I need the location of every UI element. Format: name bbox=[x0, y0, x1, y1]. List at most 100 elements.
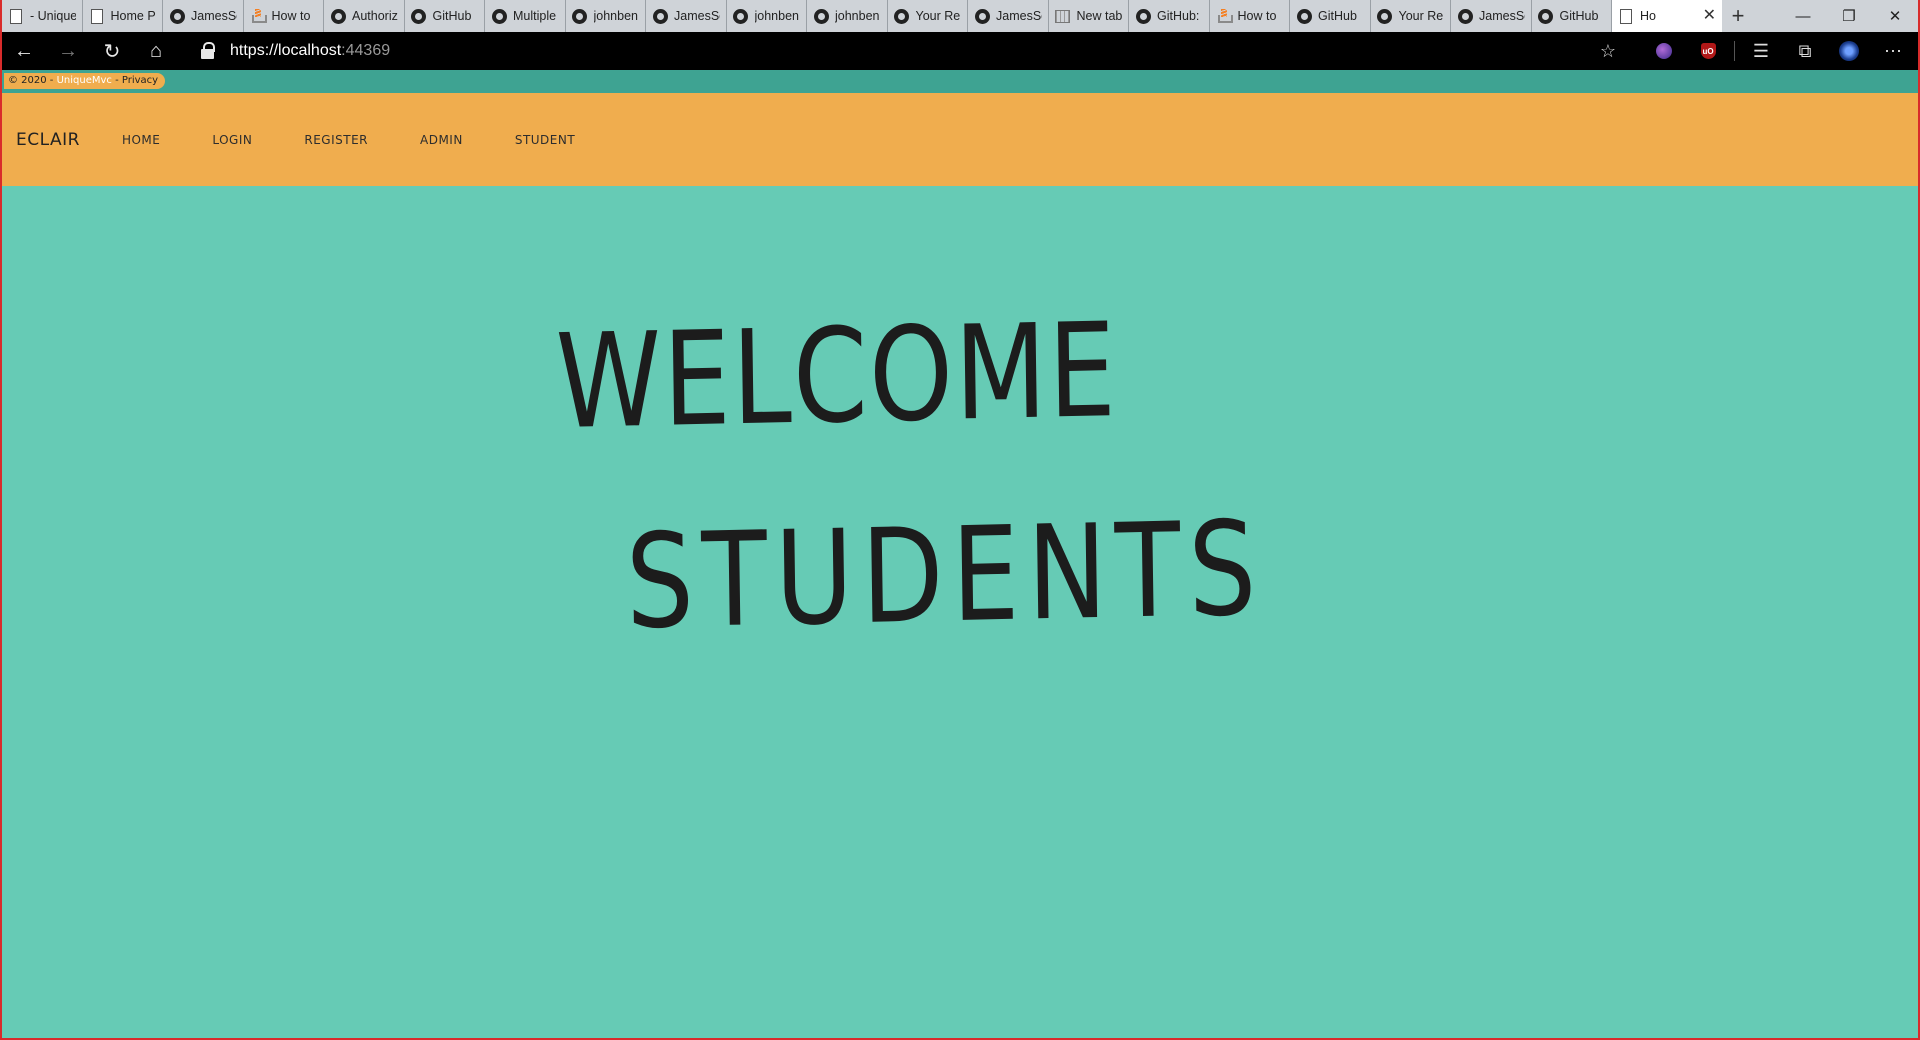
nav-link-login[interactable]: LOGIN bbox=[212, 133, 252, 147]
collections-icon[interactable]: ⧉ bbox=[1783, 32, 1827, 70]
tab-label: GitHub: bbox=[1157, 9, 1200, 23]
browser-window: - Unique Home P JamesSc How to Authoriz GitHu… bbox=[0, 0, 1920, 1040]
tab[interactable]: JamesSc bbox=[1451, 0, 1532, 32]
profile-avatar-icon[interactable] bbox=[1827, 32, 1871, 70]
url-host: https://localhost bbox=[230, 42, 342, 59]
tab-strip: - Unique Home P JamesSc How to Authoriz GitHu… bbox=[2, 0, 1918, 32]
tab[interactable]: johnben bbox=[727, 0, 807, 32]
tab-label: Multiple bbox=[513, 9, 557, 23]
toolbar-divider bbox=[1734, 41, 1735, 61]
lock-icon[interactable] bbox=[200, 42, 216, 60]
tab-label: Ho bbox=[1640, 9, 1656, 23]
tab[interactable]: JamesSc bbox=[968, 0, 1049, 32]
github-icon bbox=[1296, 8, 1312, 24]
favorites-icon[interactable]: ☰ bbox=[1739, 32, 1783, 70]
tab[interactable]: Your Re bbox=[1371, 0, 1451, 32]
tab-label: johnben bbox=[593, 9, 639, 23]
tab-label: Your Re bbox=[1398, 9, 1444, 23]
close-window-button[interactable]: ✕ bbox=[1872, 0, 1918, 32]
more-menu-icon[interactable]: ⋯ bbox=[1871, 32, 1915, 70]
site-navbar: ECLAIR HOME LOGIN REGISTER ADMIN STUDENT bbox=[2, 93, 1918, 186]
nav-link-admin[interactable]: ADMIN bbox=[420, 133, 463, 147]
footer-copyright: © 2020 - bbox=[8, 75, 57, 86]
tab[interactable]: GitHub: bbox=[1129, 0, 1210, 32]
tab-label: GitHub bbox=[432, 9, 472, 23]
favorite-star-icon[interactable]: ☆ bbox=[1600, 41, 1616, 62]
nav-link-student[interactable]: STUDENT bbox=[515, 133, 575, 147]
github-icon bbox=[1377, 8, 1393, 24]
github-icon bbox=[652, 8, 668, 24]
web-page: © 2020 - UniqueMvc - Privacy ECLAIR HOME… bbox=[2, 70, 1918, 1038]
tab[interactable]: Your Re bbox=[888, 0, 968, 32]
github-icon bbox=[1457, 8, 1473, 24]
refresh-button[interactable]: ↻ bbox=[90, 32, 134, 70]
hero-heading-line-2: STUDENTS bbox=[624, 492, 1266, 658]
stackoverflow-icon bbox=[1216, 8, 1233, 24]
nav-link-home[interactable]: HOME bbox=[122, 133, 160, 147]
page-icon bbox=[8, 8, 24, 24]
tab-label: How to bbox=[271, 9, 311, 23]
tab[interactable]: GitHub bbox=[1532, 0, 1612, 32]
tab-label: johnben bbox=[754, 9, 800, 23]
hero-section: WELCOME STUDENTS bbox=[2, 186, 1918, 1038]
tab-label: Home P bbox=[110, 9, 156, 23]
page-icon bbox=[1618, 8, 1634, 24]
address-bar[interactable]: https://localhost:44369 ☆ bbox=[188, 36, 1628, 66]
nav-link-register[interactable]: REGISTER bbox=[304, 133, 368, 147]
tab-label: GitHub bbox=[1559, 9, 1599, 23]
tab-label: JamesSc bbox=[1479, 9, 1525, 23]
tab-label: johnben bbox=[835, 9, 880, 23]
github-icon bbox=[411, 8, 427, 24]
url-port: :44369 bbox=[341, 42, 391, 59]
tab-list: - Unique Home P JamesSc How to Authoriz GitHu… bbox=[2, 0, 1612, 32]
tab[interactable]: How to bbox=[244, 0, 324, 32]
tab[interactable]: Multiple bbox=[485, 0, 566, 32]
tab[interactable]: JamesSc bbox=[646, 0, 727, 32]
tab-label: How to bbox=[1237, 9, 1277, 23]
ublock-badge: uO bbox=[1700, 43, 1716, 59]
github-icon bbox=[330, 8, 346, 24]
window-controls: — ❐ ✕ bbox=[1780, 0, 1918, 32]
home-button[interactable]: ⌂ bbox=[134, 32, 178, 70]
github-icon bbox=[733, 8, 749, 24]
tab[interactable]: - Unique bbox=[2, 0, 83, 32]
github-icon bbox=[894, 8, 910, 24]
page-icon bbox=[89, 8, 105, 24]
tab[interactable]: johnben bbox=[807, 0, 888, 32]
tab-label: Your Re bbox=[915, 9, 961, 23]
tab[interactable]: How to bbox=[1210, 0, 1290, 32]
ublock-icon[interactable]: uO bbox=[1686, 32, 1730, 70]
close-tab-icon[interactable]: ✕ bbox=[1703, 8, 1716, 24]
github-icon bbox=[1135, 8, 1151, 24]
tab[interactable]: GitHub bbox=[1290, 0, 1371, 32]
new-tab-button[interactable]: + bbox=[1722, 0, 1754, 32]
tab[interactable]: New tab bbox=[1049, 0, 1129, 32]
tab-label: New tab bbox=[1076, 9, 1123, 23]
privacy-link[interactable]: - Privacy bbox=[112, 75, 158, 86]
tab[interactable]: Home P bbox=[83, 0, 163, 32]
tab-label: GitHub bbox=[1318, 9, 1357, 23]
hero-heading-line-1: WELCOME bbox=[554, 294, 1119, 458]
extension-toolbar: uO ☰ ⧉ ⋯ bbox=[1642, 32, 1915, 70]
tab-label: JamesSc bbox=[674, 9, 720, 23]
github-icon bbox=[169, 8, 185, 24]
footer-text: © 2020 - UniqueMvc - Privacy bbox=[4, 73, 166, 89]
tab[interactable]: Authoriz bbox=[324, 0, 405, 32]
tab[interactable]: johnben bbox=[566, 0, 646, 32]
github-icon bbox=[1538, 8, 1554, 24]
footer-brand: UniqueMvc bbox=[56, 75, 112, 86]
forward-button[interactable]: → bbox=[46, 32, 90, 70]
github-icon bbox=[491, 8, 507, 24]
minimize-button[interactable]: — bbox=[1780, 0, 1826, 32]
tab[interactable]: GitHub bbox=[405, 0, 485, 32]
back-button[interactable]: ← bbox=[2, 32, 46, 70]
extension-icon[interactable] bbox=[1642, 32, 1686, 70]
tab-label: JamesSc bbox=[996, 9, 1042, 23]
github-icon bbox=[572, 8, 588, 24]
tab-label: - Unique bbox=[30, 9, 76, 23]
tab-active[interactable]: Ho ✕ bbox=[1612, 0, 1722, 32]
tab[interactable]: JamesSc bbox=[163, 0, 244, 32]
navbar-brand[interactable]: ECLAIR bbox=[16, 130, 80, 150]
restore-button[interactable]: ❐ bbox=[1826, 0, 1872, 32]
tab-label: Authoriz bbox=[352, 9, 398, 23]
